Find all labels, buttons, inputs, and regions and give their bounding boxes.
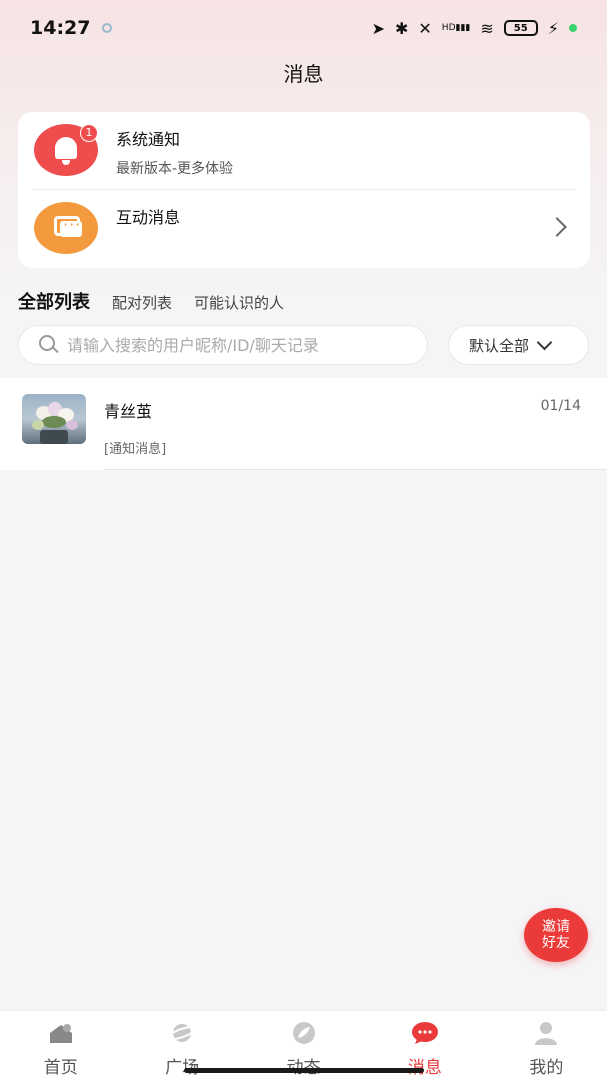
system-notice-row[interactable]: 1 系统通知 最新版本-更多体验	[18, 112, 590, 190]
network-type: HD	[441, 23, 456, 33]
location-icon: ➤	[371, 18, 385, 38]
nav-moments-label: 动态	[243, 1053, 364, 1078]
page-title: 消息	[283, 62, 324, 86]
conversation-row[interactable]: 青丝茧 01/14 [通知消息]	[0, 378, 607, 470]
bell-clapper	[62, 160, 70, 165]
notification-dot-icon	[102, 23, 113, 33]
mute-icon: ✕	[418, 18, 432, 38]
tab-all-list[interactable]: 全部列表	[18, 288, 90, 314]
nav-profile-label: 我的	[529, 1058, 564, 1078]
home-indicator[interactable]	[184, 1068, 424, 1073]
status-time: 14:27	[30, 17, 91, 39]
conversation-name: 青丝茧	[104, 402, 153, 421]
profile-icon	[535, 1022, 558, 1045]
invite-friends-button[interactable]: 邀请好友	[524, 908, 588, 962]
system-notice-title: 系统通知	[116, 130, 181, 149]
unread-badge: 1	[80, 124, 98, 142]
chevron-right-icon	[547, 217, 567, 237]
invite-label: 邀请好友	[542, 919, 570, 951]
search-box[interactable]	[18, 325, 428, 365]
battery-icon: 55	[503, 20, 538, 36]
bell-shape	[55, 137, 77, 159]
nav-home-label: 首页	[43, 1058, 78, 1078]
divider	[104, 469, 607, 470]
nav-messages-label: 消息	[407, 1058, 442, 1078]
status-bar: 14:27 ➤ ✱ ✕ HD▮▮▮ ≋ 55 ⚡	[0, 0, 607, 56]
notice-card: 1 系统通知 最新版本-更多体验 互动消息	[18, 112, 590, 268]
filter-label: 默认全部	[469, 336, 530, 355]
search-input[interactable]	[67, 335, 407, 355]
chat-icon	[34, 202, 98, 254]
filter-dropdown[interactable]: 默认全部	[448, 325, 589, 365]
list-tabs: 全部列表 配对列表 可能认识的人	[18, 288, 284, 314]
message-icon	[411, 1022, 438, 1044]
conversation-date: 01/14	[540, 398, 581, 414]
bluetooth-icon: ✱	[394, 18, 409, 38]
chevron-down-icon	[536, 334, 553, 350]
signal-icon: HD▮▮▮	[441, 23, 471, 33]
avatar	[22, 394, 86, 444]
tab-people-you-may-know[interactable]: 可能认识的人	[194, 292, 284, 313]
charging-icon: ⚡	[547, 18, 559, 38]
nav-square-label: 广场	[165, 1058, 200, 1078]
chat-bubble-front	[60, 215, 82, 237]
tab-matched-list[interactable]: 配对列表	[112, 292, 172, 313]
nav-home[interactable]: 首页	[0, 1011, 121, 1080]
privacy-indicator-icon	[569, 24, 577, 32]
conversation-preview: [通知消息]	[104, 442, 167, 457]
planet-icon	[168, 1024, 197, 1042]
search-icon	[39, 335, 59, 355]
interaction-notice-title: 互动消息	[116, 208, 181, 227]
moments-icon	[292, 1022, 315, 1044]
nav-profile[interactable]: 我的	[486, 1011, 607, 1080]
system-notice-subtitle: 最新版本-更多体验	[116, 161, 234, 177]
battery-level: 55	[513, 22, 528, 34]
wifi-icon: ≋	[480, 18, 494, 38]
home-icon	[49, 1024, 72, 1043]
status-icons: ➤ ✱ ✕ HD▮▮▮ ≋ 55 ⚡	[372, 19, 577, 38]
interaction-notice-row[interactable]: 互动消息	[18, 190, 590, 268]
